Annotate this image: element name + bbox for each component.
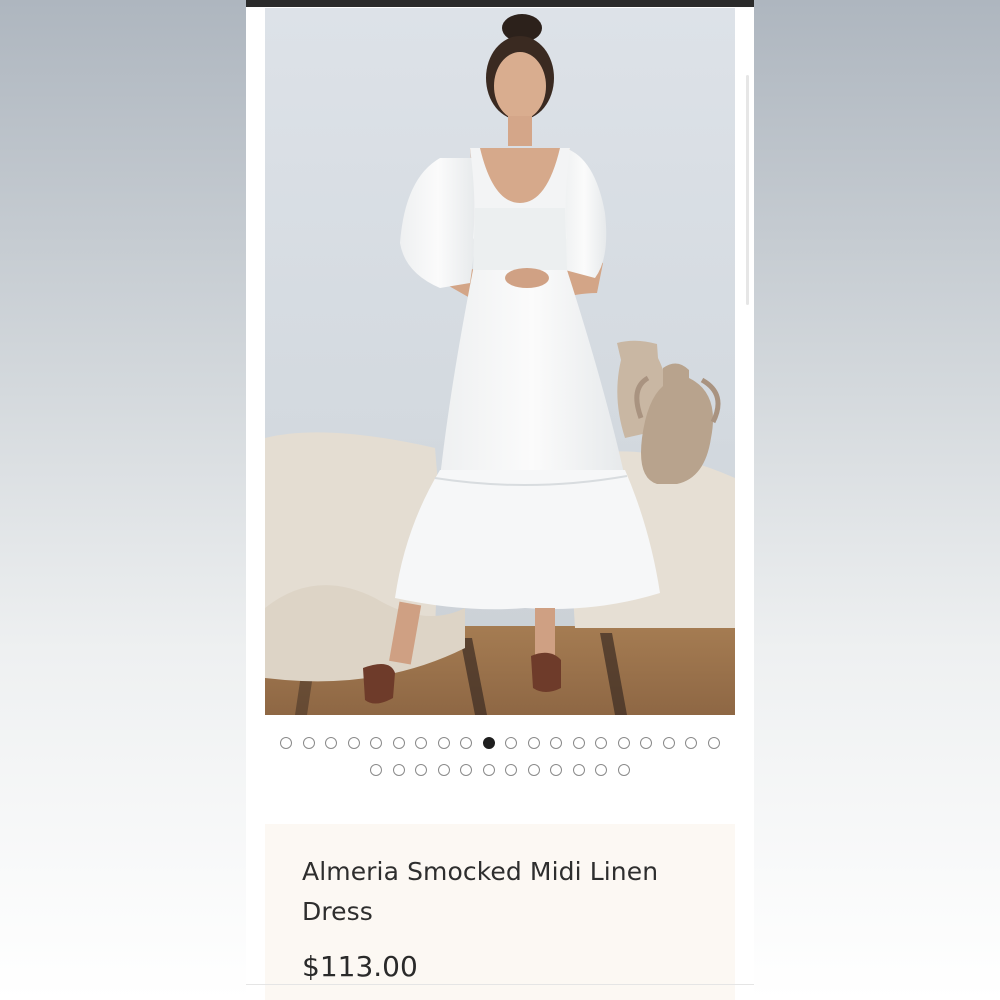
carousel-dot[interactable] bbox=[505, 737, 518, 749]
carousel-dot[interactable] bbox=[617, 737, 630, 749]
carousel-dot[interactable] bbox=[437, 737, 450, 749]
background-blur-left bbox=[0, 0, 246, 1000]
carousel-dot[interactable] bbox=[527, 764, 540, 776]
carousel-dot[interactable] bbox=[415, 737, 428, 749]
carousel-dot[interactable] bbox=[392, 764, 405, 776]
carousel-dot-active[interactable] bbox=[482, 737, 495, 749]
carousel-dot[interactable] bbox=[505, 764, 518, 776]
carousel-dot[interactable] bbox=[550, 764, 563, 776]
carousel-dot[interactable] bbox=[617, 764, 630, 776]
carousel-dot[interactable] bbox=[302, 737, 315, 749]
top-bar bbox=[246, 0, 754, 7]
product-image[interactable] bbox=[265, 8, 735, 715]
carousel-dot[interactable] bbox=[527, 737, 540, 749]
carousel-dot[interactable] bbox=[707, 737, 720, 749]
carousel-dots-row bbox=[246, 764, 754, 780]
carousel-dot[interactable] bbox=[370, 764, 383, 776]
product-info-card: Almeria Smocked Midi Linen Dress $113.00 bbox=[265, 824, 735, 1000]
product-title: Almeria Smocked Midi Linen Dress bbox=[302, 857, 659, 926]
carousel-dot[interactable] bbox=[437, 764, 450, 776]
carousel-dot[interactable] bbox=[640, 737, 653, 749]
carousel-dot[interactable] bbox=[347, 737, 360, 749]
scrollbar[interactable] bbox=[746, 75, 749, 305]
carousel-dot[interactable] bbox=[595, 764, 608, 776]
background-blur-right bbox=[754, 0, 1000, 1000]
carousel-dot[interactable] bbox=[550, 737, 563, 749]
carousel-dot[interactable] bbox=[572, 737, 585, 749]
carousel-dot[interactable] bbox=[415, 764, 428, 776]
carousel-dot[interactable] bbox=[595, 737, 608, 749]
divider bbox=[246, 984, 754, 985]
carousel-dot[interactable] bbox=[325, 737, 338, 749]
carousel-dot[interactable] bbox=[662, 737, 675, 749]
image-carousel-indicators[interactable] bbox=[246, 737, 754, 791]
carousel-dot[interactable] bbox=[685, 737, 698, 749]
product-page: Almeria Smocked Midi Linen Dress $113.00 bbox=[246, 0, 754, 1000]
carousel-dot[interactable] bbox=[370, 737, 383, 749]
carousel-dot[interactable] bbox=[572, 764, 585, 776]
carousel-dots-row bbox=[246, 737, 754, 753]
carousel-dot[interactable] bbox=[460, 764, 473, 776]
product-price: $113.00 bbox=[302, 950, 418, 983]
carousel-dot[interactable] bbox=[482, 764, 495, 776]
carousel-dot[interactable] bbox=[392, 737, 405, 749]
carousel-dot[interactable] bbox=[460, 737, 473, 749]
carousel-dot[interactable] bbox=[280, 737, 293, 749]
